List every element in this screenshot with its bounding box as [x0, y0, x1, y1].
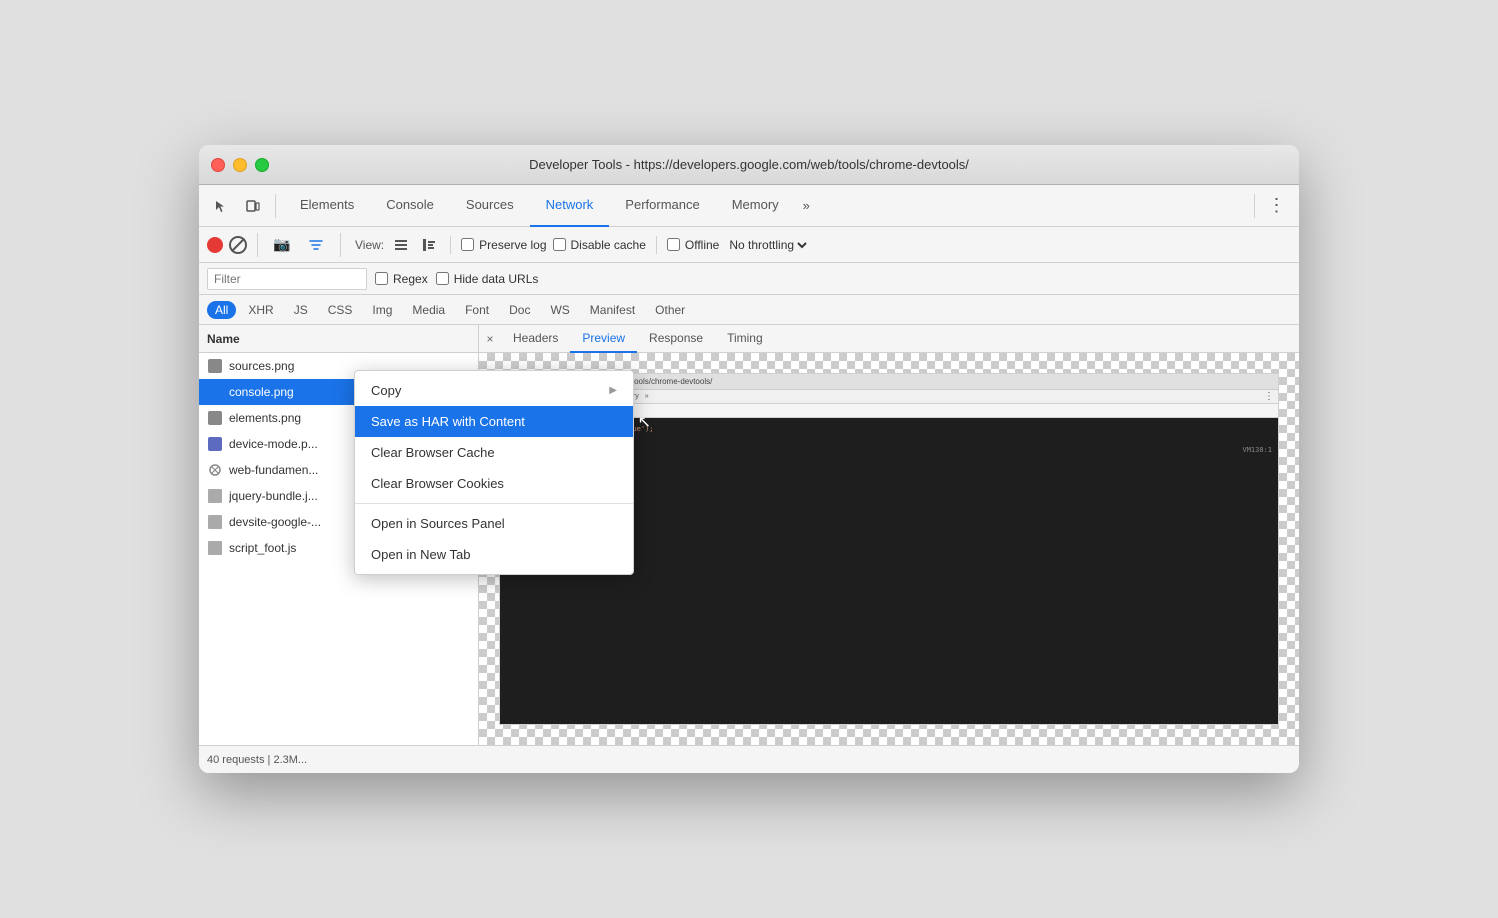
waterfall-view-button[interactable]	[418, 234, 440, 256]
disable-cache-checkbox[interactable]	[553, 238, 566, 251]
nt-divider-4	[656, 236, 657, 254]
file-icon-web-fund	[207, 462, 223, 478]
record-button[interactable]	[207, 237, 223, 253]
tab-sources[interactable]: Sources	[450, 185, 530, 227]
device-toggle-button[interactable]	[239, 192, 267, 220]
tab-elements[interactable]: Elements	[284, 185, 370, 227]
tab-memory[interactable]: Memory	[716, 185, 795, 227]
throttle-select[interactable]: No throttling	[725, 237, 810, 253]
tab-navigation: Elements Console Sources Network Perform…	[284, 185, 1246, 227]
list-view-button[interactable]	[390, 234, 412, 256]
filter-all[interactable]: All	[207, 301, 236, 319]
tab-preview[interactable]: Preview	[570, 325, 637, 353]
file-list-panel: Name sources.png console.png	[199, 325, 479, 745]
filter-doc[interactable]: Doc	[501, 301, 538, 319]
type-filter-bar: All XHR JS CSS Img Media Font Doc WS Man…	[199, 295, 1299, 325]
filter-bar: Regex Hide data URLs	[199, 263, 1299, 295]
devtools-window: Developer Tools - https://developers.goo…	[199, 145, 1299, 773]
minimize-button[interactable]	[233, 158, 247, 172]
status-bar: 40 requests | 2.3M...	[199, 745, 1299, 773]
filter-ws[interactable]: WS	[542, 301, 577, 319]
offline-label[interactable]: Offline	[667, 238, 719, 252]
status-text: 40 requests | 2.3M...	[207, 754, 307, 766]
maximize-button[interactable]	[255, 158, 269, 172]
filter-font[interactable]: Font	[457, 301, 497, 319]
regex-checkbox[interactable]	[375, 272, 388, 285]
cursor-tool-button[interactable]	[207, 192, 235, 220]
tab-performance[interactable]: Performance	[609, 185, 715, 227]
traffic-lights	[211, 158, 269, 172]
clear-button[interactable]	[229, 236, 247, 254]
menu-divider	[355, 503, 479, 504]
tab-console[interactable]: Console	[370, 185, 450, 227]
main-content: Name sources.png console.png	[199, 325, 1299, 745]
file-icon-device	[207, 436, 223, 452]
file-icon-console	[207, 384, 223, 400]
tab-headers[interactable]: Headers	[501, 325, 570, 353]
window-title: Developer Tools - https://developers.goo…	[529, 157, 969, 172]
more-options-button[interactable]: ⋮	[1263, 192, 1291, 220]
disable-cache-label[interactable]: Disable cache	[553, 238, 646, 252]
filter-js[interactable]: JS	[286, 301, 316, 319]
file-icon-devsite	[207, 514, 223, 530]
menu-item-clear-cookies[interactable]: Clear Browser Cookies	[355, 468, 479, 499]
menu-item-clear-cache[interactable]: Clear Browser Cache	[355, 437, 479, 468]
tab-more[interactable]: »	[795, 185, 818, 227]
file-icon-elements	[207, 410, 223, 426]
network-toolbar: 📷 View:	[199, 227, 1299, 263]
context-menu: Copy ▶ Save as HAR with Content ↖ Clear …	[354, 370, 479, 575]
filter-css[interactable]: CSS	[320, 301, 361, 319]
divider-2	[1254, 194, 1255, 218]
devtools-content: Elements Console Sources Network Perform…	[199, 185, 1299, 773]
top-toolbar: Elements Console Sources Network Perform…	[199, 185, 1299, 227]
offline-checkbox[interactable]	[667, 238, 680, 251]
filter-manifest[interactable]: Manifest	[582, 301, 643, 319]
nt-divider-1	[257, 233, 258, 257]
preserve-log-checkbox[interactable]	[461, 238, 474, 251]
tab-network[interactable]: Network	[530, 185, 610, 227]
tab-timing[interactable]: Timing	[715, 325, 775, 353]
regex-label[interactable]: Regex	[375, 272, 428, 286]
context-menu-overlay: Copy ▶ Save as HAR with Content ↖ Clear …	[354, 370, 479, 575]
nt-divider-2	[340, 233, 341, 257]
panel-tabs: × Headers Preview Response Timing	[479, 325, 1299, 353]
preserve-log-label[interactable]: Preserve log	[461, 238, 546, 252]
nt-divider-3	[450, 236, 451, 254]
divider-1	[275, 194, 276, 218]
camera-button[interactable]: 📷	[268, 231, 296, 259]
filter-other[interactable]: Other	[647, 301, 693, 319]
tab-response[interactable]: Response	[637, 325, 715, 353]
filter-xhr[interactable]: XHR	[240, 301, 281, 319]
close-button[interactable]	[211, 158, 225, 172]
menu-item-open-tab[interactable]: Open in New Tab	[355, 539, 479, 570]
filter-button[interactable]	[302, 231, 330, 259]
menu-item-copy[interactable]: Copy ▶	[355, 375, 479, 406]
file-list-header: Name	[199, 325, 478, 353]
filter-input[interactable]	[207, 268, 367, 290]
panel-close-button[interactable]: ×	[483, 332, 497, 346]
view-label: View:	[355, 238, 384, 252]
menu-item-save-har[interactable]: Save as HAR with Content ↖	[355, 406, 479, 437]
filter-img[interactable]: Img	[364, 301, 400, 319]
file-icon-sources	[207, 358, 223, 374]
titlebar: Developer Tools - https://developers.goo…	[199, 145, 1299, 185]
hide-data-urls-checkbox[interactable]	[436, 272, 449, 285]
file-icon-script	[207, 540, 223, 556]
file-icon-jquery	[207, 488, 223, 504]
hide-data-urls-label[interactable]: Hide data URLs	[436, 272, 539, 286]
filter-media[interactable]: Media	[404, 301, 453, 319]
menu-item-open-sources[interactable]: Open in Sources Panel	[355, 508, 479, 539]
